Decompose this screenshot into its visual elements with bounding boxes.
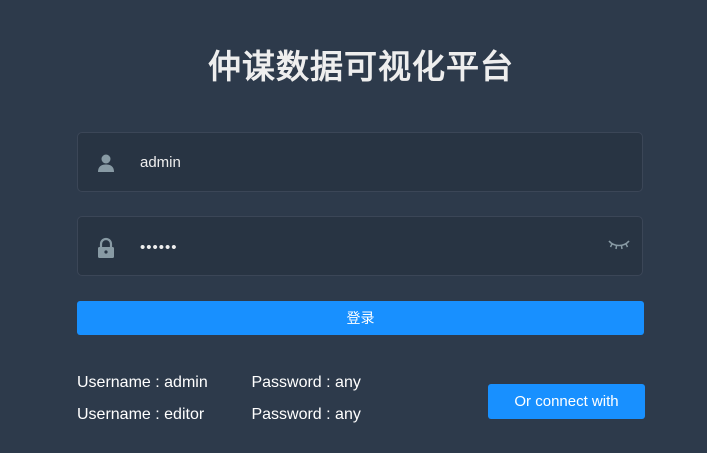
tip-username: Username : editor [77,406,205,423]
connect-with-button[interactable]: Or connect with [488,384,645,419]
user-icon [96,153,116,173]
login-button[interactable]: 登录 [77,301,644,335]
credentials-tip: Username : admin Password : any [77,374,361,392]
page-title: 仲谋数据可视化平台 [208,47,514,86]
tip-username: Username : admin [77,374,208,391]
credentials-tip: Username : editor Password : any [77,406,361,424]
eye-closed-icon[interactable] [608,235,630,255]
login-page: 仲谋数据可视化平台 admin •••••• 登录 Username: adm… [0,0,707,453]
tip-password: Password : any [251,374,361,391]
password-input[interactable]: •••••• [140,218,178,278]
username-input[interactable]: admin [140,133,181,193]
password-field[interactable]: •••••• [77,216,643,276]
lock-icon [96,237,116,258]
username-field[interactable]: admin [77,132,643,192]
tip-password: Password : any [251,406,361,423]
